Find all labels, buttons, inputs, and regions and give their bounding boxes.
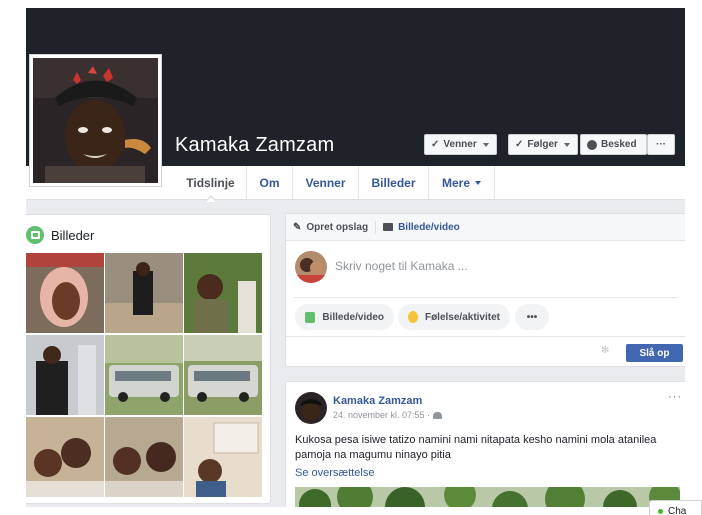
profile-photo-image xyxy=(33,58,158,183)
composer-feeling-label: Følelse/aktivitet xyxy=(424,311,500,323)
more-options-button[interactable]: ··· xyxy=(647,134,675,155)
composer-tab-create-post-label: Opret opslag xyxy=(306,221,369,233)
tab-about-label: Om xyxy=(259,176,280,190)
photos-icon xyxy=(26,226,44,244)
post-author-name[interactable]: Kamaka Zamzam xyxy=(333,395,422,407)
photo-thumbnail[interactable] xyxy=(105,417,183,497)
friends-button-label: Venner xyxy=(443,139,477,150)
photos-card-header[interactable]: Billeder xyxy=(26,225,94,245)
check-icon: ✓ xyxy=(431,139,440,150)
composer-photo-video-button[interactable]: Billede/video xyxy=(295,304,394,330)
chevron-down-icon xyxy=(563,142,570,147)
following-button[interactable]: ✓ Følger xyxy=(508,134,578,155)
chat-tab-label: Cha xyxy=(668,505,687,515)
post-button-label: Slå op xyxy=(639,347,670,359)
photo-thumbnail[interactable] xyxy=(184,253,262,333)
smiley-icon xyxy=(408,311,418,323)
photo-thumbnail[interactable] xyxy=(26,417,104,497)
photo-thumbnail[interactable] xyxy=(184,417,262,497)
page-left-margin xyxy=(0,0,26,515)
photo-thumbnail[interactable] xyxy=(26,253,104,333)
post-meta: 24. november kl. 07:55 · xyxy=(333,410,443,420)
cover-top-edge xyxy=(26,0,685,8)
composer-footer: ✻ Slå op xyxy=(286,336,686,367)
tab-friends[interactable]: Venner xyxy=(293,166,359,200)
composer-tab-divider xyxy=(375,220,377,234)
tab-friends-label: Venner xyxy=(305,176,346,190)
camera-icon xyxy=(383,223,394,231)
profile-name[interactable]: Kamaka Zamzam xyxy=(175,134,334,157)
tab-about[interactable]: Om xyxy=(247,166,293,200)
profile-picture[interactable] xyxy=(29,54,162,187)
facebook-profile-page: Kamaka Zamzam ✓ Venner ✓ Følger Besked ·… xyxy=(0,0,702,515)
composer-divider xyxy=(294,297,678,298)
composer-tab-create-post[interactable]: ✎ Opret opslag xyxy=(293,222,368,233)
check-icon: ✓ xyxy=(515,139,524,150)
chat-tab[interactable]: Cha xyxy=(649,500,702,515)
tab-more-label: Mere xyxy=(441,176,470,190)
composer-tabs: ✎ Opret opslag Billede/video xyxy=(286,214,686,241)
tab-timeline[interactable]: Tidslinje xyxy=(175,166,247,202)
tab-photos-label: Billeder xyxy=(371,176,416,190)
photo-thumbnail[interactable] xyxy=(105,335,183,415)
feed-post: Kamaka Zamzam 24. november kl. 07:55 · ·… xyxy=(285,381,685,515)
chevron-down-icon xyxy=(482,142,489,147)
message-button[interactable]: Besked xyxy=(580,134,647,155)
post-timestamp[interactable]: 24. november kl. 07:55 · xyxy=(333,410,430,420)
tab-photos[interactable]: Billeder xyxy=(359,166,429,200)
post-author-avatar[interactable] xyxy=(295,392,327,424)
following-button-label: Følger xyxy=(527,139,558,150)
see-translation-link[interactable]: Se oversættelse xyxy=(295,467,374,479)
photos-card: Billeder xyxy=(26,214,271,504)
page-bottom-margin xyxy=(0,507,702,515)
photo-thumbnail[interactable] xyxy=(26,335,104,415)
photo-thumbnail[interactable] xyxy=(184,335,262,415)
post-button[interactable]: Slå op xyxy=(626,344,683,362)
post-options-button[interactable]: ··· xyxy=(668,391,682,403)
post-text: Kukosa pesa isiwe tatizo namini nami nit… xyxy=(295,434,657,461)
page-right-margin xyxy=(685,0,702,515)
gear-icon[interactable]: ✻ xyxy=(601,346,611,356)
friends-audience-icon[interactable] xyxy=(433,411,443,419)
message-button-label: Besked xyxy=(601,139,637,150)
chevron-down-icon xyxy=(475,181,481,185)
friends-button[interactable]: ✓ Venner xyxy=(424,134,497,155)
composer-feeling-button[interactable]: Følelse/aktivitet xyxy=(398,304,510,330)
composer-photo-video-label: Billede/video xyxy=(322,311,384,323)
photo-thumbnail[interactable] xyxy=(105,253,183,333)
tab-more[interactable]: Mere xyxy=(429,166,495,200)
composer-avatar xyxy=(295,251,327,283)
messenger-icon xyxy=(587,139,597,150)
composer-tab-photo-video-label: Billede/video xyxy=(398,221,460,233)
composer-tab-photo-video[interactable]: Billede/video xyxy=(383,222,460,233)
photo-icon xyxy=(305,311,316,323)
photos-card-title: Billeder xyxy=(51,227,95,243)
online-status-icon xyxy=(658,508,663,514)
composer-text-input[interactable]: Skriv noget til Kamaka ... xyxy=(335,259,468,273)
more-options-label: ··· xyxy=(656,139,666,150)
composer-more-button[interactable]: ••• xyxy=(515,304,549,330)
post-composer: ✎ Opret opslag Billede/video Skriv noget… xyxy=(285,213,686,367)
tab-timeline-label: Tidslinje xyxy=(186,176,235,190)
pencil-icon: ✎ xyxy=(293,221,302,233)
composer-more-label: ••• xyxy=(526,311,538,323)
